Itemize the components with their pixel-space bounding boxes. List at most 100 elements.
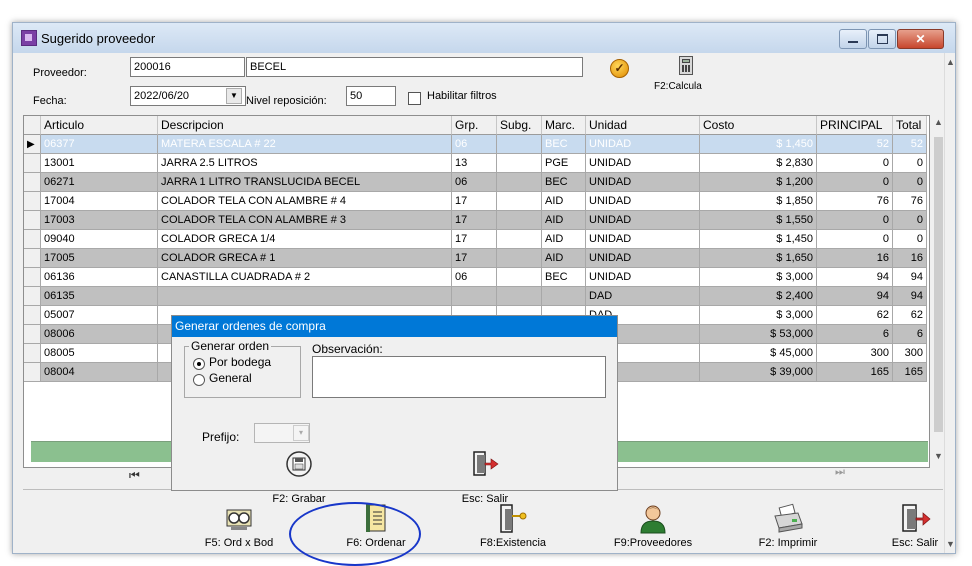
table-cell[interactable]: MATERA ESCALA # 22 — [158, 135, 452, 154]
table-cell[interactable]: UNIDAD — [586, 230, 700, 249]
table-cell[interactable]: BEC — [542, 135, 586, 154]
table-cell[interactable]: $ 1,650 — [700, 249, 817, 268]
table-cell[interactable]: 300 — [817, 344, 893, 363]
table-row[interactable]: 13001 JARRA 2.5 LITROS 13 PGE UNIDAD $ 2,830 0… — [24, 154, 929, 173]
grid-scroll-thumb[interactable] — [934, 137, 943, 432]
fecha-field[interactable]: 2022/06/20 ▼ — [130, 86, 246, 106]
table-cell[interactable]: UNIDAD — [586, 268, 700, 287]
row-indicator[interactable] — [24, 363, 41, 382]
salir-button[interactable]: Esc: Salir — [855, 490, 955, 553]
col-header[interactable]: Subg. — [497, 116, 542, 135]
table-cell[interactable]: 94 — [893, 287, 927, 306]
row-indicator[interactable] — [24, 268, 41, 287]
row-indicator[interactable] — [24, 230, 41, 249]
table-cell[interactable]: 08005 — [41, 344, 158, 363]
por-bodega-radio[interactable] — [193, 358, 205, 370]
table-cell[interactable]: 94 — [817, 268, 893, 287]
chevron-down-icon[interactable]: ▾ — [293, 425, 309, 441]
col-header[interactable]: Articulo — [41, 116, 158, 135]
table-cell[interactable]: 06 — [452, 268, 497, 287]
table-cell[interactable]: 16 — [817, 249, 893, 268]
table-cell[interactable]: 6 — [893, 325, 927, 344]
table-cell[interactable]: 06135 — [41, 287, 158, 306]
window-scrollbar[interactable]: ▲ ▼ — [944, 53, 955, 553]
table-cell[interactable]: 13 — [452, 154, 497, 173]
table-cell[interactable]: 17003 — [41, 211, 158, 230]
table-cell[interactable]: 0 — [893, 230, 927, 249]
table-cell[interactable]: JARRA 2.5 LITROS — [158, 154, 452, 173]
row-indicator[interactable] — [24, 211, 41, 230]
table-cell[interactable]: UNIDAD — [586, 211, 700, 230]
table-cell[interactable]: 94 — [817, 287, 893, 306]
row-indicator[interactable] — [24, 173, 41, 192]
table-cell[interactable]: COLADOR GRECA 1/4 — [158, 230, 452, 249]
dialog-salir-button[interactable]: Esc: Salir — [430, 446, 540, 505]
table-cell[interactable]: 09040 — [41, 230, 158, 249]
proveedores-button[interactable]: F9:Proveedores — [593, 490, 713, 553]
col-header[interactable]: Total — [893, 116, 927, 135]
table-cell[interactable]: 06377 — [41, 135, 158, 154]
table-cell[interactable]: $ 1,850 — [700, 192, 817, 211]
chevron-down-icon[interactable]: ▼ — [226, 88, 242, 104]
table-cell[interactable]: 62 — [817, 306, 893, 325]
table-cell[interactable]: $ 1,550 — [700, 211, 817, 230]
row-indicator[interactable] — [24, 249, 41, 268]
table-cell[interactable] — [497, 249, 542, 268]
general-radio[interactable] — [193, 374, 205, 386]
table-cell[interactable]: COLADOR TELA CON ALAMBRE # 3 — [158, 211, 452, 230]
table-cell[interactable]: 6 — [817, 325, 893, 344]
table-cell[interactable]: 0 — [893, 211, 927, 230]
table-cell[interactable]: 76 — [893, 192, 927, 211]
table-cell[interactable] — [158, 287, 452, 306]
table-cell[interactable]: 17 — [452, 211, 497, 230]
table-cell[interactable] — [497, 135, 542, 154]
table-cell[interactable] — [497, 173, 542, 192]
row-indicator[interactable] — [24, 154, 41, 173]
table-cell[interactable]: $ 53,000 — [700, 325, 817, 344]
table-cell[interactable]: UNIDAD — [586, 154, 700, 173]
table-cell[interactable]: $ 3,000 — [700, 306, 817, 325]
table-row[interactable]: 06136 CANASTILLA CUADRADA # 2 06 BEC UNIDAD $… — [24, 268, 929, 287]
col-header[interactable]: Unidad — [586, 116, 700, 135]
table-cell[interactable]: JARRA 1 LITRO TRANSLUCIDA BECEL — [158, 173, 452, 192]
table-cell[interactable]: 52 — [893, 135, 927, 154]
table-cell[interactable]: COLADOR TELA CON ALAMBRE # 4 — [158, 192, 452, 211]
table-cell[interactable]: $ 1,450 — [700, 230, 817, 249]
table-row[interactable]: 06271 JARRA 1 LITRO TRANSLUCIDA BECEL 06 BE… — [24, 173, 929, 192]
table-row[interactable]: 17005 COLADOR GRECA # 1 17 AID UNIDAD $ 1,650… — [24, 249, 929, 268]
col-header[interactable]: PRINCIPAL — [817, 116, 893, 135]
table-cell[interactable]: DAD — [586, 287, 700, 306]
row-indicator[interactable] — [24, 306, 41, 325]
check-icon[interactable]: ✓ — [610, 59, 629, 78]
proveedor-name-field[interactable]: BECEL — [246, 57, 583, 77]
table-cell[interactable]: 06 — [452, 173, 497, 192]
table-cell[interactable]: 0 — [893, 173, 927, 192]
title-bar[interactable]: Sugerido proveedor ✕ — [13, 23, 955, 53]
table-cell[interactable]: 76 — [817, 192, 893, 211]
table-cell[interactable]: 300 — [893, 344, 927, 363]
table-cell[interactable]: CANASTILLA CUADRADA # 2 — [158, 268, 452, 287]
table-cell[interactable] — [497, 192, 542, 211]
table-cell[interactable]: 165 — [817, 363, 893, 382]
grabar-button[interactable]: F2: Grabar — [244, 446, 354, 505]
minimize-button[interactable] — [839, 29, 867, 49]
row-indicator[interactable] — [24, 287, 41, 306]
table-cell[interactable]: $ 2,830 — [700, 154, 817, 173]
col-header[interactable]: Marc. — [542, 116, 586, 135]
table-cell[interactable]: 0 — [893, 154, 927, 173]
calculator-icon[interactable] — [679, 56, 693, 75]
table-cell[interactable] — [542, 287, 586, 306]
table-cell[interactable]: 08006 — [41, 325, 158, 344]
table-cell[interactable]: 08004 — [41, 363, 158, 382]
table-cell[interactable]: BEC — [542, 268, 586, 287]
table-cell[interactable]: UNIDAD — [586, 249, 700, 268]
table-cell[interactable]: PGE — [542, 154, 586, 173]
table-cell[interactable] — [497, 211, 542, 230]
table-cell[interactable]: 0 — [817, 230, 893, 249]
row-indicator[interactable] — [24, 192, 41, 211]
nav-first-icon[interactable]: ⏮ — [129, 468, 140, 483]
filtros-checkbox[interactable] — [408, 92, 421, 105]
table-row[interactable]: 09040 COLADOR GRECA 1/4 17 AID UNIDAD $ 1,450… — [24, 230, 929, 249]
grid-scroll-up-icon[interactable]: ▲ — [934, 117, 943, 127]
table-cell[interactable]: $ 1,200 — [700, 173, 817, 192]
